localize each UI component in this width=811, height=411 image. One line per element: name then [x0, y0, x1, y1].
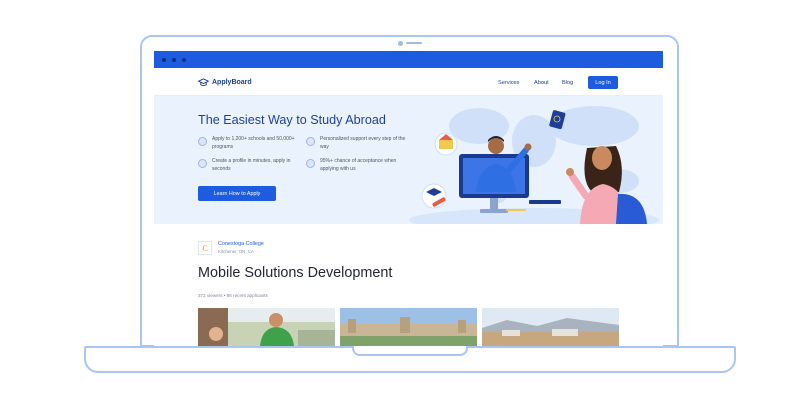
learn-how-to-apply-button[interactable]: Learn How to Apply	[198, 186, 276, 201]
window-dot-icon[interactable]	[182, 58, 186, 62]
nav-link-about[interactable]: About	[534, 80, 549, 86]
program-stats: 372 viewers • 86 recent applicants	[198, 293, 268, 298]
feature-item: Apply to 1,200+ schools and 50,000+ prog…	[198, 135, 300, 151]
college-info: C Conestoga College Kitchener, ON, CA	[198, 241, 264, 255]
graduation-cap-icon	[198, 78, 209, 87]
brand-logo[interactable]: ApplyBoard	[198, 78, 252, 87]
feature-text: Personalized support every step of the w…	[320, 136, 406, 150]
college-logo: C	[198, 241, 212, 255]
campus-photo-students[interactable]	[198, 308, 335, 346]
brand-name: ApplyBoard	[212, 79, 252, 86]
nav-link-blog[interactable]: Blog	[562, 80, 573, 86]
school-icon	[198, 137, 207, 146]
laptop-notch	[352, 346, 468, 356]
campus-photo-landscape[interactable]	[482, 308, 619, 346]
check-icon	[306, 159, 315, 168]
feature-text: 95%+ chance of acceptance when applying …	[320, 158, 397, 172]
browser-screen: ApplyBoard Services About Blog Log In Th…	[154, 51, 663, 346]
profile-icon	[198, 159, 207, 168]
feature-item: 95%+ chance of acceptance when applying …	[306, 157, 408, 173]
campus-photo-building[interactable]	[340, 308, 477, 346]
hero-title: The Easiest Way to Study Abroad	[198, 113, 386, 127]
window-dot-icon[interactable]	[172, 58, 176, 62]
program-title: Mobile Solutions Development	[198, 265, 393, 281]
support-icon	[306, 137, 315, 146]
college-location: Kitchener, ON, CA	[218, 249, 254, 254]
window-dot-icon[interactable]	[162, 58, 166, 62]
nav-link-services[interactable]: Services	[498, 80, 519, 86]
college-name[interactable]: Conestoga College	[218, 241, 264, 247]
login-button[interactable]: Log In	[588, 76, 618, 89]
backpack-graphic	[616, 193, 647, 224]
student-avatar	[488, 138, 504, 154]
webcam-icon	[398, 41, 403, 46]
hero-illustration	[409, 106, 659, 224]
feature-text: Apply to 1,200+ schools and 50,000+ prog…	[212, 136, 295, 150]
browser-titlebar	[154, 51, 663, 68]
webcam-bar	[406, 42, 422, 44]
site-header: ApplyBoard Services About Blog Log In	[154, 68, 663, 96]
feature-text: Create a profile in minutes, apply in se…	[212, 158, 291, 172]
laptop-illustration: ApplyBoard Services About Blog Log In Th…	[0, 0, 811, 411]
feature-item: Create a profile in minutes, apply in se…	[198, 157, 300, 173]
feature-item: Personalized support every step of the w…	[306, 135, 408, 151]
hero-banner: The Easiest Way to Study Abroad Apply to…	[154, 96, 663, 224]
